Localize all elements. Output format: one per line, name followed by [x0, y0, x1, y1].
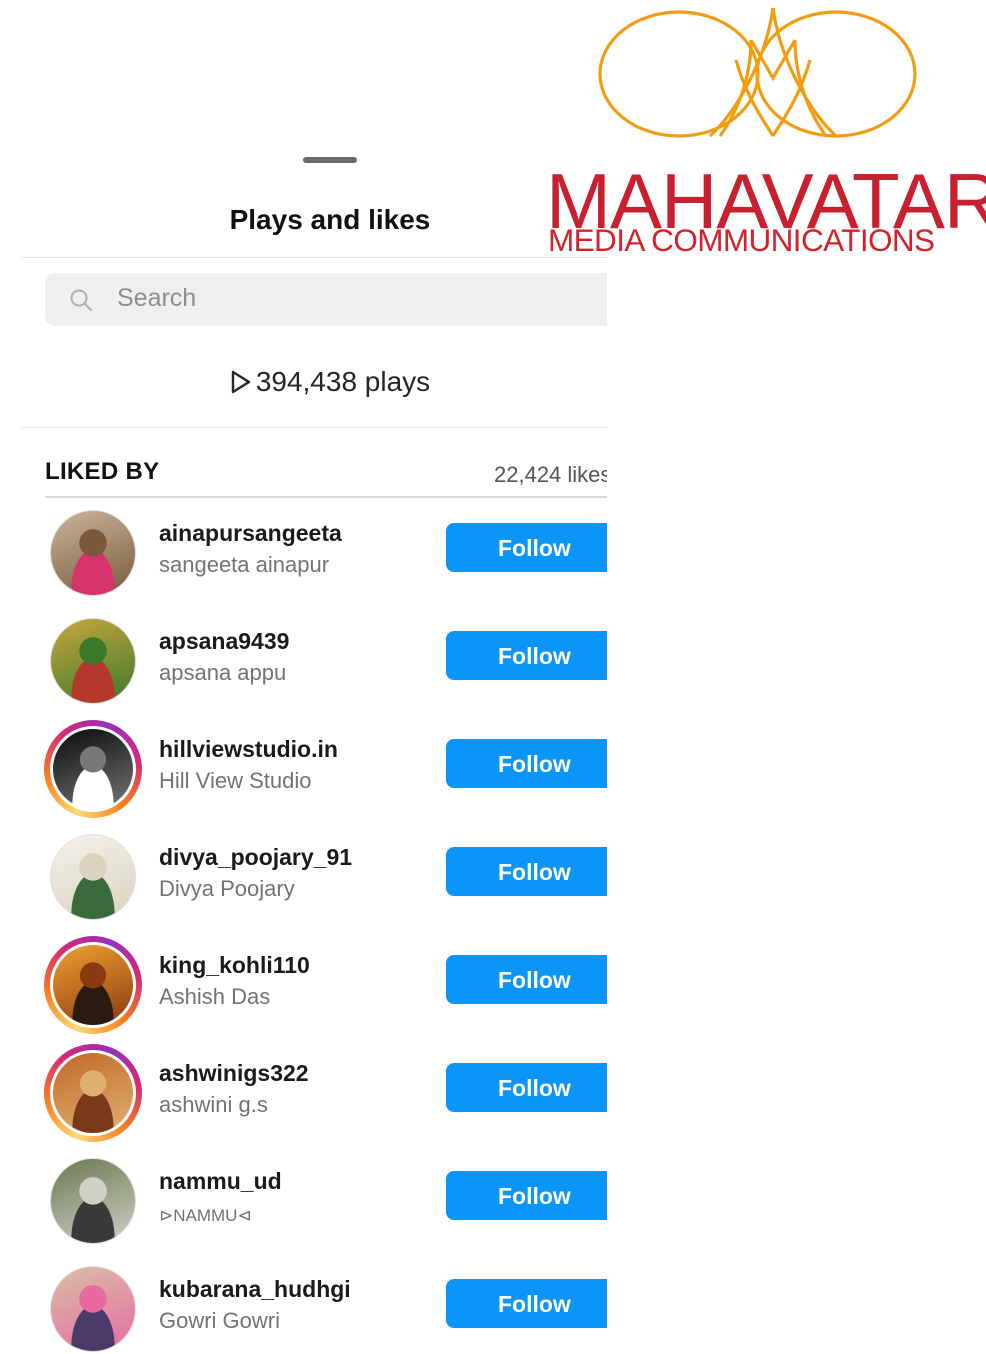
plays-count: 394,438 plays: [255, 366, 431, 397]
list-item[interactable]: nammu_ud ⊳NAMMU⊲ Follow: [0, 1152, 607, 1260]
list-item[interactable]: king_kohli110 Ashish Das Follow: [0, 936, 607, 1044]
sheet-title: Plays and likes: [229, 204, 431, 235]
full-name: Divya Poojary: [159, 876, 295, 901]
username[interactable]: king_kohli110: [159, 952, 310, 979]
avatar[interactable]: [50, 510, 136, 596]
drag-handle[interactable]: [303, 157, 357, 163]
avatar[interactable]: [50, 1050, 136, 1136]
username[interactable]: divya_poojary_91: [159, 844, 352, 871]
liked-by-heading: LIKED BY: [45, 458, 160, 485]
list-item[interactable]: divya_poojary_91 Divya Poojary Follow: [0, 828, 607, 936]
search-icon: [70, 289, 92, 311]
avatar[interactable]: [50, 1158, 136, 1244]
avatar-ring: [44, 1260, 142, 1354]
username[interactable]: hillviewstudio.in: [159, 736, 338, 763]
avatar-ring: [44, 828, 142, 926]
full-name: sangeeta ainapur: [159, 552, 330, 577]
follow-button[interactable]: Follow: [446, 1171, 607, 1220]
follow-button[interactable]: Follow: [446, 1063, 607, 1112]
avatar[interactable]: [50, 834, 136, 920]
follow-button[interactable]: Follow: [446, 631, 607, 680]
follow-button[interactable]: Follow: [446, 1279, 607, 1328]
liked-by-underline: [45, 496, 607, 498]
avatar[interactable]: [50, 726, 136, 812]
avatar-ring: [44, 612, 142, 710]
brand-tagline: MEDIA COMMUNICATIONS: [548, 222, 935, 258]
full-name: Gowri Gowri: [159, 1308, 281, 1333]
full-name: ashwini g.s: [159, 1092, 268, 1117]
list-item[interactable]: hillviewstudio.in Hill View Studio Follo…: [0, 720, 607, 828]
username[interactable]: ashwinigs322: [159, 1060, 309, 1087]
avatar-ring: [44, 1152, 142, 1250]
avatar-ring: [44, 504, 142, 602]
story-ring: [44, 1044, 142, 1142]
plays-divider: [21, 427, 607, 428]
full-name: apsana appu: [159, 660, 287, 685]
full-name: ⊳NAMMU⊲: [159, 1206, 252, 1225]
follow-button[interactable]: Follow: [446, 523, 607, 572]
list-item[interactable]: ainapursangeeta sangeeta ainapur Follow: [0, 504, 607, 612]
plays-and-likes-sheet: Plays and likes Search 394,438 plays LIK…: [0, 0, 607, 1354]
full-name: Ashish Das: [159, 984, 271, 1009]
title-divider: [21, 257, 607, 258]
username[interactable]: apsana9439: [159, 628, 289, 655]
list-item[interactable]: ashwinigs322 ashwini g.s Follow: [0, 1044, 607, 1152]
follow-button[interactable]: Follow: [446, 955, 607, 1004]
username[interactable]: kubarana_hudhgi: [159, 1276, 351, 1303]
list-item[interactable]: kubarana_hudhgi Gowri Gowri Follow: [0, 1260, 607, 1354]
search-bar[interactable]: Search: [45, 273, 607, 326]
follow-button[interactable]: Follow: [446, 739, 607, 788]
full-name: Hill View Studio: [159, 768, 312, 793]
avatar[interactable]: [50, 618, 136, 704]
username[interactable]: nammu_ud: [159, 1168, 282, 1195]
plays-summary: 394,438 plays: [0, 366, 607, 398]
play-icon: [231, 370, 251, 394]
search-input[interactable]: Search: [117, 284, 196, 313]
avatar[interactable]: [50, 1266, 136, 1352]
story-ring: [44, 936, 142, 1034]
list-item[interactable]: apsana9439 apsana appu Follow: [0, 612, 607, 720]
avatar[interactable]: [50, 942, 136, 1028]
story-ring: [44, 720, 142, 818]
likes-count: 22,424 likes: [494, 462, 607, 487]
username[interactable]: ainapursangeeta: [159, 520, 342, 547]
follow-button[interactable]: Follow: [446, 847, 607, 896]
